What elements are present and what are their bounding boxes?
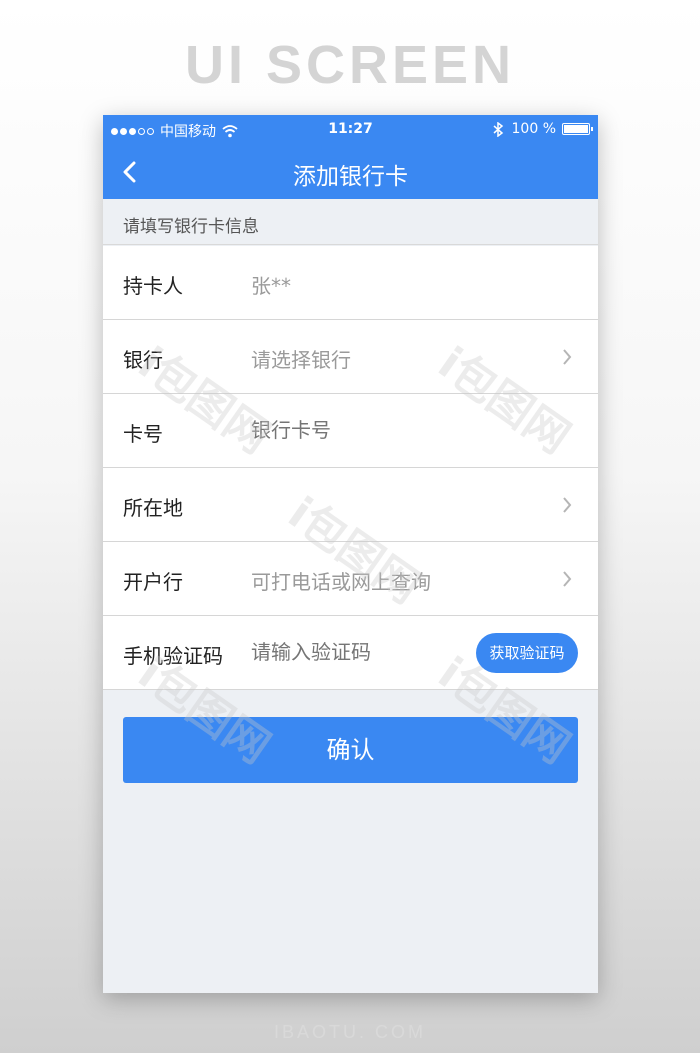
page-title: 添加银行卡 (293, 164, 408, 190)
bank-card-form: 持卡人 张** 银行 请选择银行 卡号 所在地 开户行 可打电话或网上查询 (103, 246, 598, 690)
chevron-right-icon (563, 497, 572, 513)
section-header: 请填写银行卡信息 (103, 199, 598, 245)
battery-percent: 100 % (511, 121, 556, 137)
status-bar: 中国移动 11:27 100 % (103, 115, 598, 145)
card-number-label: 卡号 (123, 422, 163, 446)
chevron-right-icon (563, 349, 572, 365)
cardholder-row[interactable]: 持卡人 张** (103, 246, 598, 320)
bluetooth-icon (493, 121, 503, 137)
location-label: 所在地 (123, 496, 183, 520)
card-number-row[interactable]: 卡号 (103, 394, 598, 468)
branch-label: 开户行 (123, 570, 183, 594)
chevron-right-icon (563, 571, 572, 587)
phone-screen: 中国移动 11:27 100 % 添加银行卡 请填写银行卡信息 持卡人 张** … (103, 115, 598, 993)
verification-code-input[interactable] (251, 640, 451, 664)
bank-select[interactable]: 请选择银行 (251, 344, 551, 373)
bank-label: 银行 (123, 348, 163, 372)
verification-code-label: 手机验证码 (123, 644, 223, 668)
card-number-input[interactable] (251, 418, 551, 442)
bank-row[interactable]: 银行 请选择银行 (103, 320, 598, 394)
branch-select[interactable]: 可打电话或网上查询 (251, 566, 551, 595)
battery-icon (562, 123, 593, 135)
cardholder-label: 持卡人 (123, 274, 183, 298)
footer-watermark: IBAOTU. COM (273, 1022, 426, 1042)
verification-code-row: 手机验证码 获取验证码 (103, 616, 598, 690)
ui-screen-heading: UI SCREEN (184, 35, 516, 95)
cardholder-value: 张** (251, 274, 291, 298)
confirm-button[interactable]: 确认 (123, 717, 578, 783)
section-title: 请填写银行卡信息 (123, 217, 259, 237)
nav-bar: 添加银行卡 (103, 145, 598, 199)
status-right: 100 % (492, 121, 593, 137)
location-row[interactable]: 所在地 (103, 468, 598, 542)
branch-row[interactable]: 开户行 可打电话或网上查询 (103, 542, 598, 616)
get-code-button[interactable]: 获取验证码 (476, 633, 578, 673)
